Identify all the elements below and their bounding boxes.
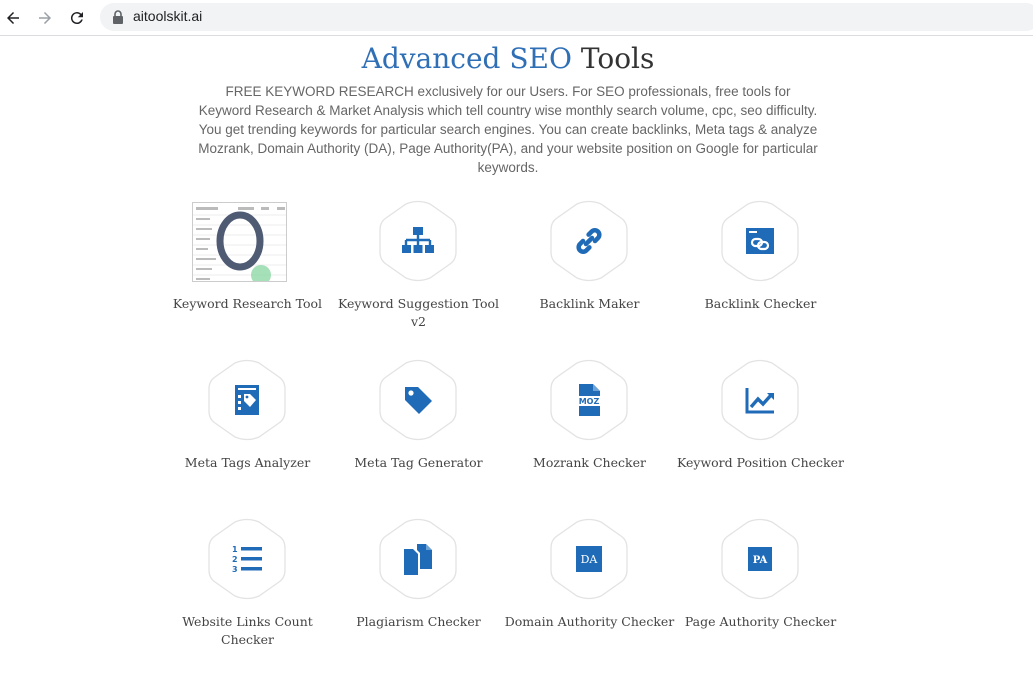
address-bar[interactable]: aitoolskit.ai [100,3,1033,31]
tool-label: Meta Tags Analyzer [184,455,311,470]
tool-label: Meta Tag Generator [354,455,483,470]
browser-toolbar: aitoolskit.ai [0,0,1033,36]
tool-label: Backlink Checker [704,296,817,311]
moz-file-icon: MOZ [576,384,602,416]
browser-link-icon [746,228,774,254]
tool-backlink-maker[interactable]: Backlink Maker [504,200,675,359]
da-badge-text: DA [581,553,599,566]
tool-page-authority[interactable]: PA Page Authority Checker [675,518,846,677]
tool-label: Website Links Count Checker [182,614,313,647]
tool-keyword-research[interactable]: Keyword Research Tool [162,200,333,359]
svg-text:2: 2 [232,555,238,564]
hexagon-frame [378,518,458,600]
lock-icon [113,10,123,24]
hexagon-frame [378,200,458,282]
tool-meta-tag-generator[interactable]: Meta Tag Generator [333,359,504,518]
svg-text:3: 3 [232,565,238,574]
copy-documents-icon [404,544,432,575]
tag-icon [405,387,432,414]
arrow-right-icon [39,12,51,24]
reload-button[interactable] [66,7,88,29]
tool-domain-authority[interactable]: DA Domain Authority Checker [504,518,675,677]
hexagon-frame [207,359,287,441]
da-badge-icon: DA [576,546,602,572]
tool-mozrank-checker[interactable]: MOZ Mozrank Checker [504,359,675,518]
title-accent: Advanced SEO [361,42,572,75]
magnifier-table-image [193,203,286,281]
hexagon-frame [549,200,629,282]
tool-label: Mozrank Checker [533,455,646,470]
hexagon-frame [378,359,458,441]
link-icon [576,228,602,254]
arrow-left-icon [7,12,19,24]
tool-website-links-count[interactable]: 123 Website Links Count Checker [162,518,333,677]
sitemap-icon [402,227,434,253]
hexagon-frame: 123 [207,518,287,600]
hexagon-frame: DA [549,518,629,600]
pa-badge-text: PA [753,555,768,566]
title-rest: Tools [580,42,655,75]
tool-label: Keyword Suggestion Tool v2 [337,296,500,329]
keyword-research-thumbnail [192,202,287,282]
trend-chart-icon [745,388,774,414]
tool-backlink-checker[interactable]: Backlink Checker [675,200,846,359]
intro-text: FREE KEYWORD RESEARCH exclusively for ou… [198,84,818,175]
tool-plagiarism-checker[interactable]: Plagiarism Checker [333,518,504,677]
moz-badge-text: MOZ [579,397,600,406]
tool-label: Keyword Position Checker [676,455,844,470]
pa-badge-icon: PA [748,547,772,571]
tool-label: Backlink Maker [539,296,640,311]
tool-keyword-position-checker[interactable]: Keyword Position Checker [675,359,846,518]
tag-document-icon [235,385,259,415]
tool-label: Keyword Research Tool [172,296,323,311]
tool-keyword-suggestion[interactable]: Keyword Suggestion Tool v2 [333,200,504,359]
tools-grid: Keyword Research Tool Keyword Suggestion… [162,200,846,677]
hexagon-frame [720,359,800,441]
tool-label: Domain Authority Checker [504,614,675,629]
page-title: Advanced SEO Tools [0,42,1016,75]
forward-button[interactable] [34,7,56,29]
reload-icon [70,12,83,25]
back-button[interactable] [2,7,24,29]
tool-meta-tags-analyzer[interactable]: Meta Tags Analyzer [162,359,333,518]
numbered-list-icon: 123 [232,545,262,574]
hexagon-frame: PA [720,518,800,600]
hexagon-frame: MOZ [549,359,629,441]
hexagon-frame [720,200,800,282]
url-text: aitoolskit.ai [133,8,203,24]
svg-text:1: 1 [232,545,238,554]
tool-label: Page Authority Checker [684,614,837,629]
tool-label: Plagiarism Checker [356,614,481,629]
